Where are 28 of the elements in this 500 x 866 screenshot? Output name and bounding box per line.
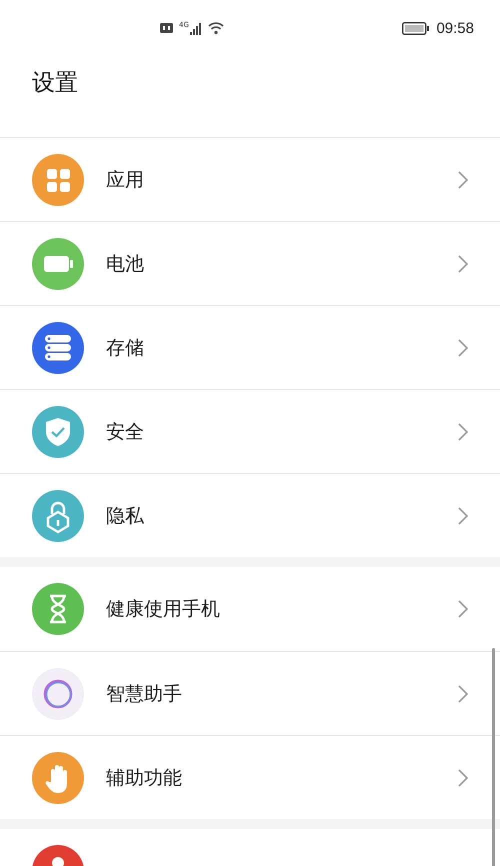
signal-icon bbox=[190, 22, 202, 34]
row-label: 电池 bbox=[106, 252, 145, 276]
settings-row[interactable]: 电池 bbox=[0, 221, 500, 305]
row-label: 安全 bbox=[106, 420, 145, 444]
settings-row[interactable]: 存储 bbox=[0, 305, 500, 389]
page-title: 设置 bbox=[31, 68, 79, 98]
settings-row[interactable]: 健康使用手机 bbox=[0, 567, 500, 651]
settings-row[interactable]: 安全 bbox=[0, 389, 500, 473]
chevron-icon bbox=[458, 254, 468, 272]
chevron-icon bbox=[458, 422, 468, 440]
settings-row[interactable]: 应用 bbox=[0, 137, 500, 221]
hd-icon bbox=[160, 23, 173, 33]
row-label: 应用 bbox=[106, 168, 145, 192]
chevron-icon bbox=[458, 506, 468, 524]
chevron-icon bbox=[458, 600, 468, 618]
row-label: 健康使用手机 bbox=[106, 597, 221, 622]
row-label: 辅助功能 bbox=[106, 766, 183, 790]
clock-time: 09:58 bbox=[436, 20, 474, 36]
settings-row[interactable]: 智慧助手 bbox=[0, 651, 500, 735]
battery-icon bbox=[402, 22, 430, 34]
chevron-icon bbox=[458, 170, 468, 188]
chevron-icon bbox=[458, 684, 468, 702]
chevron-icon bbox=[458, 768, 468, 786]
chevron-icon bbox=[458, 338, 468, 356]
row-label: 隐私 bbox=[106, 504, 145, 528]
wifi-icon bbox=[208, 21, 224, 35]
row-label: 存储 bbox=[106, 336, 145, 360]
row-label: 智慧助手 bbox=[106, 682, 183, 706]
